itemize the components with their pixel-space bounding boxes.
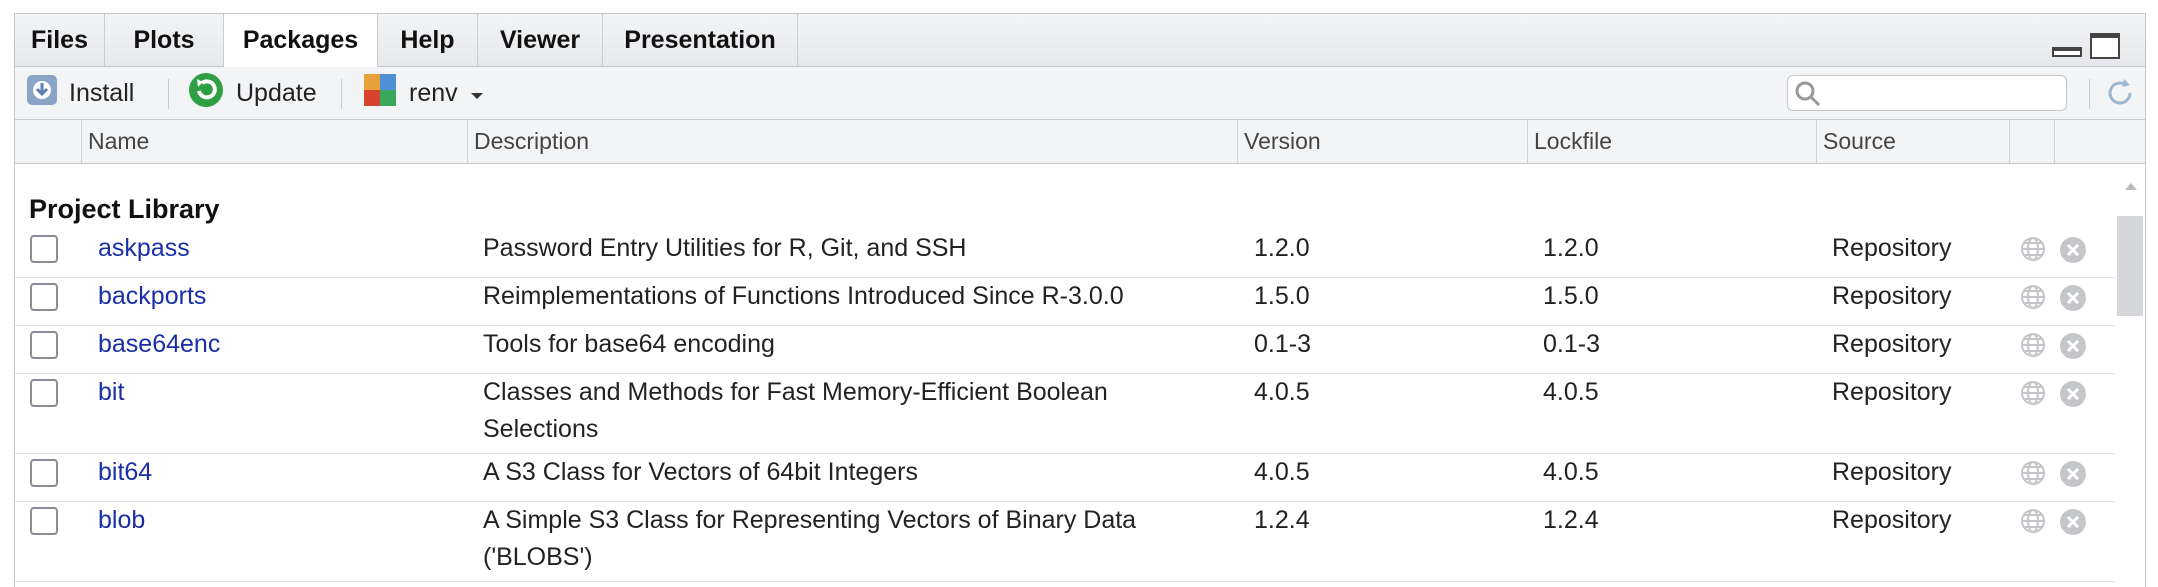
package-lockfile-version: 4.0.5 <box>1543 458 1599 486</box>
package-checkbox[interactable] <box>30 379 58 407</box>
refresh-icon[interactable] <box>2102 75 2138 116</box>
package-source: Repository <box>1832 506 1952 534</box>
install-label: Install <box>69 78 135 107</box>
package-lockfile-version: 1.2.4 <box>1543 506 1599 534</box>
tab-bar: Files Plots Packages Help Viewer Present… <box>15 14 2145 67</box>
toolbar-divider <box>2089 79 2090 109</box>
packages-toolbar: Install Update renv <box>15 67 2145 120</box>
package-description: Password Entry Utilities for R, Git, and… <box>483 234 967 262</box>
name-column-header[interactable]: Name <box>81 120 467 163</box>
checkbox-column-header <box>15 120 81 163</box>
package-lockfile-version: 1.2.0 <box>1543 234 1599 262</box>
minimize-icon[interactable] <box>2051 32 2083 65</box>
package-lockfile-version: 4.0.5 <box>1543 378 1599 406</box>
remove-package-icon[interactable] <box>2059 460 2087 488</box>
remove-package-icon[interactable] <box>2059 508 2087 536</box>
renv-label: renv <box>409 78 458 107</box>
remove-package-icon[interactable] <box>2059 236 2087 264</box>
table-row: backports Reimplementations of Functions … <box>15 278 2115 326</box>
table-row: askpass Password Entry Utilities for R, G… <box>15 230 2115 278</box>
globe-icon[interactable] <box>2020 236 2046 262</box>
remove-package-icon[interactable] <box>2059 380 2087 408</box>
table-row: bit64 A S3 Class for Vectors of 64bit Int… <box>15 454 2115 502</box>
package-checkbox[interactable] <box>30 507 58 535</box>
tab-viewer[interactable]: Viewer <box>478 14 603 66</box>
package-version: 1.5.0 <box>1254 282 1310 310</box>
browse-column-header <box>2009 120 2054 163</box>
package-name-link[interactable]: blob <box>98 502 145 539</box>
globe-icon[interactable] <box>2020 460 2046 486</box>
search-input[interactable] <box>1787 75 2067 111</box>
package-name-link[interactable]: bit <box>98 374 124 411</box>
package-version: 1.2.0 <box>1254 234 1310 262</box>
update-label: Update <box>236 78 317 107</box>
packages-table: Project Library askpass Password Entry Ut… <box>15 164 2115 587</box>
package-checkbox[interactable] <box>30 459 58 487</box>
chevron-down-icon <box>470 79 484 108</box>
scroll-up-icon[interactable] <box>2124 178 2138 196</box>
vertical-scrollbar[interactable] <box>2115 164 2145 587</box>
tab-help[interactable]: Help <box>378 14 478 66</box>
package-name-link[interactable]: base64enc <box>98 326 220 363</box>
table-row: base64enc Tools for base64 encoding 0.1-3 0… <box>15 326 2115 374</box>
maximize-icon[interactable] <box>2089 32 2121 65</box>
package-description: Classes and Methods for Fast Memory-Effi… <box>483 378 1108 443</box>
globe-icon[interactable] <box>2020 508 2046 534</box>
package-version: 4.0.5 <box>1254 378 1310 406</box>
packages-pane: Files Plots Packages Help Viewer Present… <box>14 13 2146 587</box>
package-description: A Simple S3 Class for Representing Vecto… <box>483 506 1137 571</box>
tab-plots[interactable]: Plots <box>105 14 224 66</box>
globe-icon[interactable] <box>2020 284 2046 310</box>
source-column-header[interactable]: Source <box>1816 120 2009 163</box>
package-source: Repository <box>1832 458 1952 486</box>
toolbar-divider <box>168 79 169 109</box>
update-button[interactable]: Update <box>188 67 317 119</box>
package-name-link[interactable]: backports <box>98 278 206 315</box>
package-lockfile-version: 1.5.0 <box>1543 282 1599 310</box>
package-source: Repository <box>1832 234 1952 262</box>
package-checkbox[interactable] <box>30 331 58 359</box>
tab-files[interactable]: Files <box>15 14 105 66</box>
package-checkbox[interactable] <box>30 235 58 263</box>
install-button[interactable]: Install <box>25 67 134 119</box>
lockfile-column-header[interactable]: Lockfile <box>1527 120 1816 163</box>
update-icon <box>188 72 224 115</box>
package-description: Reimplementations of Functions Introduce… <box>483 282 1124 310</box>
package-source: Repository <box>1832 282 1952 310</box>
remove-package-icon[interactable] <box>2059 284 2087 312</box>
table-row: blob A Simple S3 Class for Representing V… <box>15 502 2115 582</box>
section-title: Project Library <box>29 194 220 224</box>
package-name-link[interactable]: askpass <box>98 230 190 267</box>
scrollbar-thumb[interactable] <box>2117 216 2143 316</box>
search-icon <box>1794 80 1822 113</box>
package-version: 0.1-3 <box>1254 330 1311 358</box>
package-description: A S3 Class for Vectors of 64bit Integers <box>483 458 918 486</box>
package-lockfile-version: 0.1-3 <box>1543 330 1600 358</box>
tab-packages[interactable]: Packages <box>224 14 378 67</box>
install-icon <box>25 73 59 114</box>
package-checkbox[interactable] <box>30 283 58 311</box>
package-version: 1.2.4 <box>1254 506 1310 534</box>
table-row: bit Classes and Methods for Fast Memory-E… <box>15 374 2115 454</box>
renv-icon <box>363 73 397 114</box>
globe-icon[interactable] <box>2020 380 2046 406</box>
toolbar-divider <box>341 79 342 109</box>
globe-icon[interactable] <box>2020 332 2046 358</box>
package-name-link[interactable]: bit64 <box>98 454 152 491</box>
package-description: Tools for base64 encoding <box>483 330 775 358</box>
table-header: Name Description Version Lockfile Source <box>15 120 2145 164</box>
description-column-header[interactable]: Description <box>467 120 1237 163</box>
remove-package-icon[interactable] <box>2059 332 2087 360</box>
package-source: Repository <box>1832 378 1952 406</box>
tab-presentation[interactable]: Presentation <box>603 14 798 66</box>
package-source: Repository <box>1832 330 1952 358</box>
package-version: 4.0.5 <box>1254 458 1310 486</box>
remove-column-header <box>2054 120 2145 163</box>
version-column-header[interactable]: Version <box>1237 120 1527 163</box>
renv-menu-button[interactable]: renv <box>363 67 484 119</box>
